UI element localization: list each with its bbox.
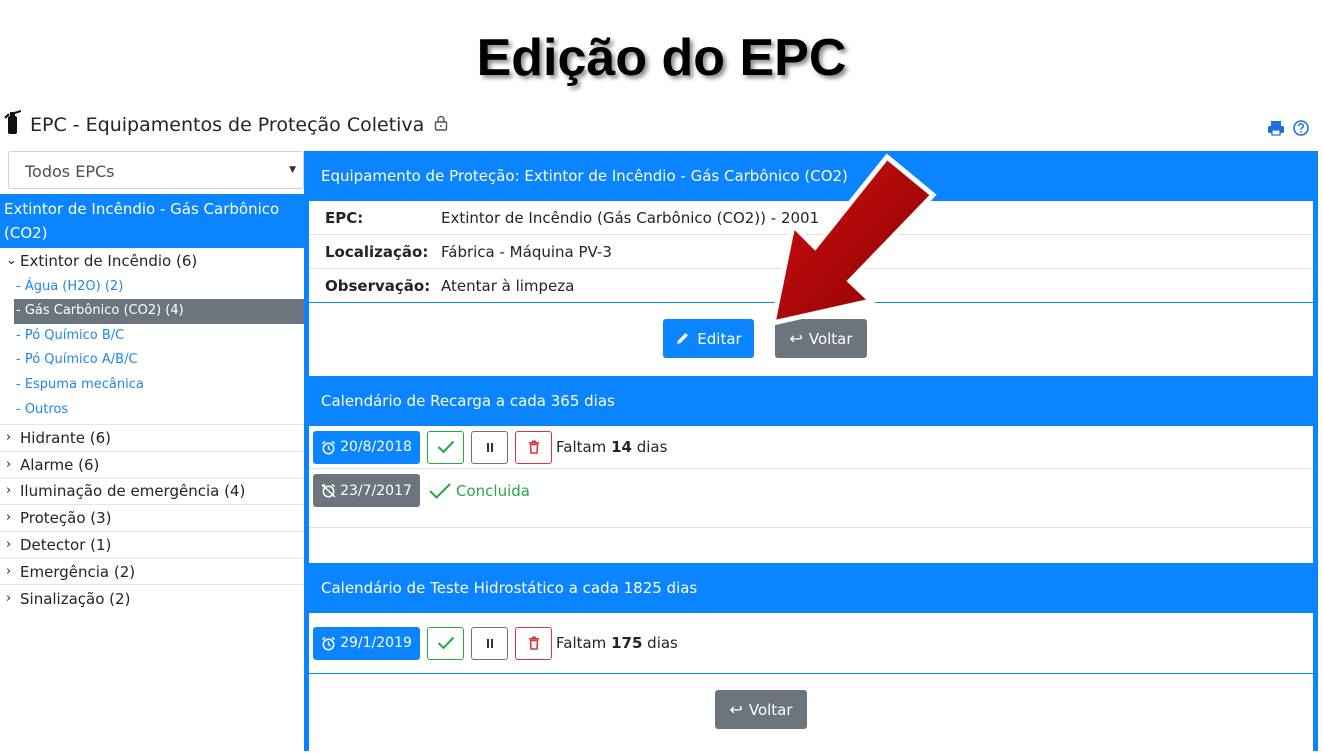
sidebar: Todos EPCs ▼ Extintor de Incêndio - Gás … [0,151,304,612]
pause-button[interactable] [471,430,508,464]
print-icon[interactable] [1267,120,1285,140]
check-icon [429,482,451,499]
tree-group-emergencia[interactable]: › Emergência (2) [0,559,304,586]
tree-group-label: Sinalização (2) [20,589,131,608]
hydro-panel-heading: Calendário de Teste Hidrostático a cada … [304,563,1318,613]
tree-group-label: Hidrante (6) [20,429,111,448]
tree-group-protecao[interactable]: › Proteção (3) [0,505,304,532]
remaining-suffix: dias [636,438,668,456]
pause-button[interactable] [471,626,508,660]
recharge-date: 20/8/2018 [340,439,412,455]
sub-item-agua[interactable]: - Água (H2O) (2) [16,275,304,300]
completed-status: Concluida [428,474,530,507]
annotation-arrow [769,153,937,327]
edit-button[interactable]: Editar [663,319,754,358]
recharge-heading: Calendário de Recarga a cada 365 dias [321,392,615,410]
check-icon [437,636,454,650]
tree-group-label: Detector (1) [20,535,112,554]
epc-filter-value: Todos EPCs [25,162,115,181]
tree-group-alarme[interactable]: › Alarme (6) [0,452,304,479]
chevron-right-icon: › [6,430,12,446]
sub-item-espuma[interactable]: - Espuma mecânica [16,373,304,398]
chevron-right-icon: › [6,563,12,579]
tree-group-label: Emergência (2) [20,562,136,581]
tree-group-label: Proteção (3) [20,509,112,528]
completed-date: 23/7/2017 [340,482,412,499]
sub-item-outros[interactable]: - Outros [16,398,304,423]
remaining-text: Faltam 14 dias [556,438,667,456]
complete-button[interactable] [427,430,464,464]
recharge-row: 23/7/2017 Concluida [309,469,1313,528]
completed-date-button[interactable]: 23/7/2017 [313,474,420,507]
remaining-prefix: Faltam [556,438,607,456]
return-icon: ↩ [729,700,743,719]
check-icon [437,440,454,454]
back-label: Voltar [748,700,793,719]
lock-icon[interactable] [434,114,448,136]
tree-group-detector[interactable]: › Detector (1) [0,532,304,559]
location-value: Fábrica - Máquina PV-3 [441,242,612,261]
alarm-clock-icon [322,636,336,650]
extintor-sublist: - Água (H2O) (2) - Gás Carbônico (CO2) (… [0,275,304,426]
tree-group-extintor[interactable]: ⌄ Extintor de Incêndio (6) [0,248,304,275]
tree-group-label: Extintor de Incêndio (6) [20,252,198,271]
sub-item-gas-carbonico[interactable]: - Gás Carbônico (CO2) (4) [14,299,304,324]
epc-filter-select[interactable]: Todos EPCs ▼ [8,151,304,189]
trash-icon [528,636,539,650]
remaining-days: 14 [611,438,632,456]
chevron-right-icon: › [6,510,12,526]
page-header: EPC - Equipamentos de Proteção Coletiva [4,110,448,139]
recharge-date-button[interactable]: 20/8/2018 [313,430,420,464]
caret-down-icon: ▼ [289,165,296,175]
edit-label: Editar [697,329,742,348]
location-label: Localização: [325,242,429,261]
hydro-actions: ↩ Voltar [309,674,1313,729]
chevron-right-icon: › [6,590,12,606]
chevron-right-icon: › [6,483,12,499]
observation-value: Atentar à limpeza [441,276,575,295]
observation-label: Observação: [325,276,431,295]
page-title: EPC - Equipamentos de Proteção Coletiva [30,113,425,136]
slide-title: Edição do EPC [476,29,847,87]
recharge-row: 20/8/2018 Faltam 14 dias [309,426,1313,469]
epc-tree: ⌄ Extintor de Incêndio (6) - Água (H2O) … [0,248,304,612]
selected-epc[interactable]: Extintor de Incêndio - Gás Carbônico (CO… [0,194,304,248]
pause-icon [486,442,493,452]
pause-icon [486,638,493,648]
delete-button[interactable] [515,626,552,660]
tree-group-iluminacao[interactable]: › Iluminação de emergência (4) [0,479,304,506]
delete-button[interactable] [515,430,552,464]
hydro-date-button[interactable]: 29/1/2019 [313,626,420,660]
remaining-text: Faltam 175 dias [556,634,678,652]
tree-group-sinalizacao[interactable]: › Sinalização (2) [0,585,304,612]
trash-icon [528,440,539,454]
epc-label: EPC: [325,208,364,227]
hydro-panel-body: 29/1/2019 Faltam 175 dias ↩ Voltar [309,613,1313,753]
hydro-row: 29/1/2019 Faltam 175 dias [309,613,1313,674]
tree-group-label: Alarme (6) [20,455,100,474]
chevron-down-icon: ⌄ [6,253,17,269]
alarm-clock-icon [322,440,336,454]
sub-item-po-quimico-bc[interactable]: - Pó Químico B/C [16,324,304,349]
remaining-days: 175 [611,634,643,652]
sub-item-po-quimico-abc[interactable]: - Pó Químico A/B/C [16,348,304,373]
header-tools [1267,120,1309,140]
fire-extinguisher-icon [4,110,22,139]
back-button[interactable]: ↩ Voltar [715,690,807,729]
recharge-panel-body: 20/8/2018 Faltam 14 dias 23/7/2017 Concl… [309,426,1313,563]
hydro-heading: Calendário de Teste Hidrostático a cada … [321,579,698,597]
help-icon[interactable] [1293,120,1309,140]
completed-label: Concluida [456,481,530,500]
remaining-prefix: Faltam [556,634,607,652]
recharge-panel-heading: Calendário de Recarga a cada 365 dias [304,376,1318,426]
chevron-right-icon: › [6,536,12,552]
hydro-date: 29/1/2019 [340,635,412,651]
remaining-suffix: dias [647,634,678,652]
pencil-icon [677,333,689,344]
tree-group-hidrante[interactable]: › Hidrante (6) [0,425,304,452]
chevron-right-icon: › [6,456,12,472]
tree-group-label: Iluminação de emergência (4) [20,482,246,501]
alarm-off-icon [321,483,336,498]
complete-button[interactable] [427,626,464,660]
